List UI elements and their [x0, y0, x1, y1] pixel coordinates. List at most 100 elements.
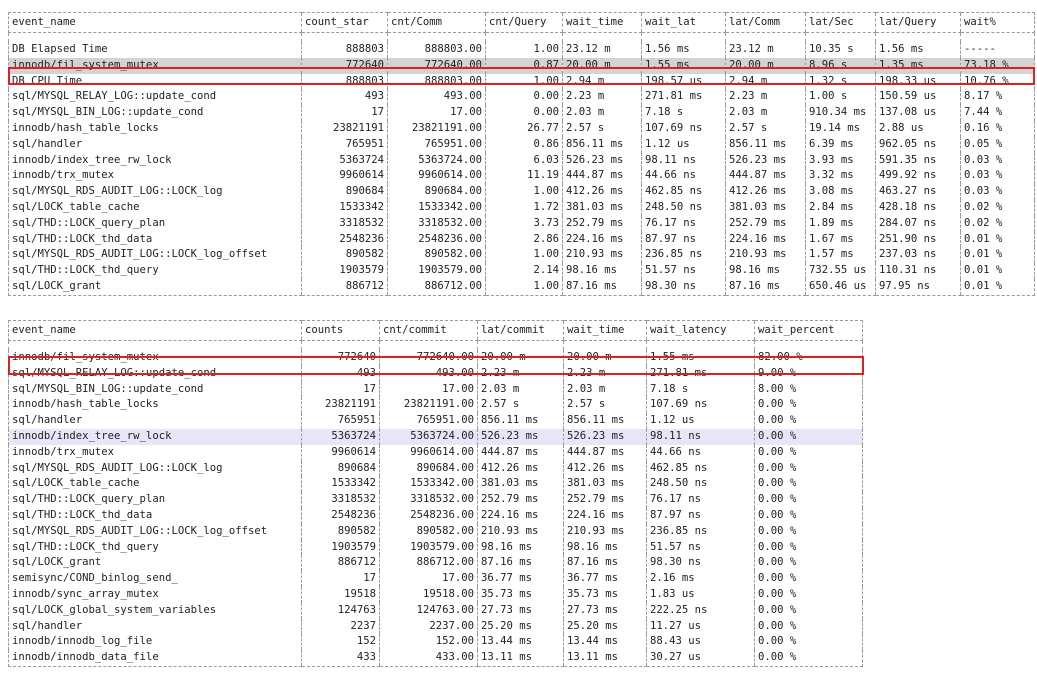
value-cell: 888803 — [301, 73, 388, 90]
value-cell: 2.57 s — [562, 120, 642, 137]
table-row[interactable]: sql/LOCK_table_cache 1533342 1533342.00 381… — [8, 476, 863, 493]
value-cell: 224.16 ms — [562, 231, 642, 248]
value-cell: 1533342 — [301, 199, 388, 216]
table-row[interactable]: sql/MYSQL_BIN_LOG::update_cond 17 17.00 2.0… — [8, 381, 863, 398]
event-name-cell: sql/THD::LOCK_thd_query — [8, 263, 302, 279]
value-cell: 98.30 ns — [646, 555, 755, 572]
value-cell: 271.81 ms — [646, 365, 755, 382]
table-row[interactable]: sql/MYSQL_RDS_AUDIT_LOG::LOCK_log_offset… — [8, 247, 1035, 264]
value-cell: 1.00 — [485, 42, 563, 58]
value-cell: 36.77 ms — [477, 571, 564, 587]
value-cell: 152 — [301, 634, 380, 651]
event-name-cell: DB CPU Time — [8, 73, 302, 90]
table-row[interactable]: sql/MYSQL_RELAY_LOG::update_cond 493 493.0… — [8, 89, 1035, 106]
table-row[interactable]: sql/MYSQL_RELAY_LOG::update_cond 493 493.0… — [8, 365, 863, 382]
value-cell: 412.26 ms — [562, 184, 642, 200]
table-row[interactable]: sql/MYSQL_BIN_LOG::update_cond 17 17.00 0.0… — [8, 105, 1035, 121]
value-cell: 2.86 — [485, 231, 563, 248]
table-row[interactable]: sql/THD::LOCK_query_plan 3318532 3318532.0… — [8, 215, 1035, 232]
value-cell: 0.16 % — [960, 120, 1035, 137]
value-cell: 381.03 ms — [725, 199, 806, 216]
table-row[interactable]: innodb/innodb_data_file 433 433.00 13.11 ms… — [8, 650, 863, 667]
table-row[interactable]: innodb/index_tree_rw_lock 5363724 5363724.… — [8, 428, 863, 445]
table-row[interactable]: sql/handler 2237 2237.00 25.20 ms 25.20 ms 11… — [8, 618, 863, 635]
column-header: lat/commit — [477, 320, 564, 341]
value-cell: 493.00 — [379, 365, 478, 382]
table-row[interactable]: innodb/fil_system_mutex 772640 772640.00 20… — [8, 350, 863, 366]
event-name-cell: sql/MYSQL_RELAY_LOG::update_cond — [8, 365, 302, 382]
event-name-cell: sql/LOCK_table_cache — [8, 476, 302, 493]
table-row[interactable]: innodb/trx_mutex 9960614 9960614.00 11.19 44… — [8, 168, 1035, 185]
value-cell: 3.08 ms — [805, 184, 876, 200]
table-row[interactable]: innodb/index_tree_rw_lock 5363724 5363724.… — [8, 152, 1035, 169]
value-cell: 252.79 ms — [725, 215, 806, 232]
event-name-cell: innodb/index_tree_rw_lock — [8, 152, 302, 169]
value-cell: 890582 — [301, 523, 380, 540]
table-row[interactable]: sql/handler 765951 765951.00 856.11 ms 856.1… — [8, 413, 863, 429]
table-row[interactable]: innodb/fil_system_mutex 772640 772640.00 0.… — [8, 57, 1035, 74]
table-row[interactable]: sql/THD::LOCK_query_plan 3318532 3318532.0… — [8, 492, 863, 508]
value-cell: 36.77 ms — [563, 571, 647, 587]
value-cell: 0.00 % — [754, 460, 863, 477]
table-row[interactable]: sql/LOCK_grant 886712 886712.00 1.00 87.16 m… — [8, 278, 1035, 296]
table-row[interactable]: innodb/trx_mutex 9960614 9960614.00 444.87 … — [8, 444, 863, 461]
event-name-cell: innodb/fil_system_mutex — [8, 57, 302, 74]
value-cell: 1.83 us — [646, 586, 755, 603]
event-name-cell: sql/LOCK_grant — [8, 278, 302, 296]
value-cell: 5363724 — [301, 152, 388, 169]
table-row[interactable]: innodb/sync_array_mutex 19518 19518.00 35.7… — [8, 586, 863, 603]
value-cell: 51.57 ns — [641, 263, 726, 279]
table-row[interactable]: sql/MYSQL_RDS_AUDIT_LOG::LOCK_log_offset… — [8, 523, 863, 540]
table-row[interactable]: innodb/hash_table_locks 23821191 23821191.… — [8, 397, 863, 414]
value-cell: 137.08 us — [875, 105, 961, 121]
table-row[interactable]: sql/LOCK_table_cache 1533342 1533342.00 1.7… — [8, 199, 1035, 216]
table-row[interactable]: DB Elapsed Time 888803 888803.00 1.00 23.12 … — [8, 42, 1035, 58]
value-cell: 0.00 % — [754, 428, 863, 445]
value-cell: 772640 — [301, 57, 388, 74]
table-row[interactable]: innodb/hash_table_locks 23821191 23821191.… — [8, 120, 1035, 137]
value-cell: 224.16 ms — [477, 507, 564, 524]
value-cell: 765951.00 — [379, 413, 478, 429]
value-cell: 1.57 ms — [805, 247, 876, 264]
value-cell: 0.01 % — [960, 263, 1035, 279]
value-cell: 87.16 ms — [725, 278, 806, 296]
table-row[interactable]: semisync/COND_binlog_send_ 17 17.00 36.77 m… — [8, 571, 863, 587]
column-header: cnt/Query — [485, 12, 563, 33]
event-name-cell: sql/MYSQL_RDS_AUDIT_LOG::LOCK_log — [8, 184, 302, 200]
table-row[interactable]: innodb/innodb_log_file 152 152.00 13.44 ms 1… — [8, 634, 863, 651]
column-header: wait_latency — [646, 320, 755, 341]
value-cell: 44.66 ns — [641, 168, 726, 185]
table-row[interactable]: sql/THD::LOCK_thd_data 2548236 2548236.00 2… — [8, 231, 1035, 248]
value-cell: 433.00 — [379, 650, 478, 667]
table-row[interactable]: sql/THD::LOCK_thd_query 1903579 1903579.00… — [8, 263, 1035, 279]
value-cell: 210.93 ms — [477, 523, 564, 540]
value-cell: 2.23 m — [725, 89, 806, 106]
event-name-cell: innodb/innodb_log_file — [8, 634, 302, 651]
value-cell: 198.33 us — [875, 73, 961, 90]
value-cell: 0.00 % — [754, 634, 863, 651]
value-cell: 1533342.00 — [379, 476, 478, 493]
table-row[interactable]: sql/THD::LOCK_thd_query 1903579 1903579.00… — [8, 539, 863, 556]
value-cell: 444.87 ms — [477, 444, 564, 461]
table-row[interactable]: sql/LOCK_grant 886712 886712.00 87.16 ms 87.… — [8, 555, 863, 572]
value-cell: 17.00 — [387, 105, 486, 121]
value-cell: 886712 — [301, 555, 380, 572]
value-cell: 26.77 — [485, 120, 563, 137]
table-row[interactable]: sql/LOCK_global_system_variables 124763 12… — [8, 602, 863, 619]
table-row[interactable]: sql/THD::LOCK_thd_data 2548236 2548236.00 2… — [8, 507, 863, 524]
table-row[interactable]: DB CPU Time 888803 888803.00 1.00 2.94 m 198.… — [8, 73, 1035, 90]
value-cell: 526.23 ms — [562, 152, 642, 169]
value-cell: 9960614.00 — [387, 168, 486, 185]
event-name-cell: sql/handler — [8, 413, 302, 429]
event-name-cell: sql/THD::LOCK_query_plan — [8, 492, 302, 508]
value-cell: 0.01 % — [960, 231, 1035, 248]
table-row[interactable]: sql/handler 765951 765951.00 0.86 856.11 ms 1… — [8, 136, 1035, 153]
value-cell: 124763.00 — [379, 602, 478, 619]
value-cell: 20.00 m — [725, 57, 806, 74]
value-cell: 0.02 % — [960, 215, 1035, 232]
table-row[interactable]: sql/MYSQL_RDS_AUDIT_LOG::LOCK_log 890684 8… — [8, 184, 1035, 200]
value-cell: 0.05 % — [960, 136, 1035, 153]
table-row[interactable]: sql/MYSQL_RDS_AUDIT_LOG::LOCK_log 890684 8… — [8, 460, 863, 477]
value-cell: 2.23 m — [563, 365, 647, 382]
column-header: lat/Comm — [725, 12, 806, 33]
